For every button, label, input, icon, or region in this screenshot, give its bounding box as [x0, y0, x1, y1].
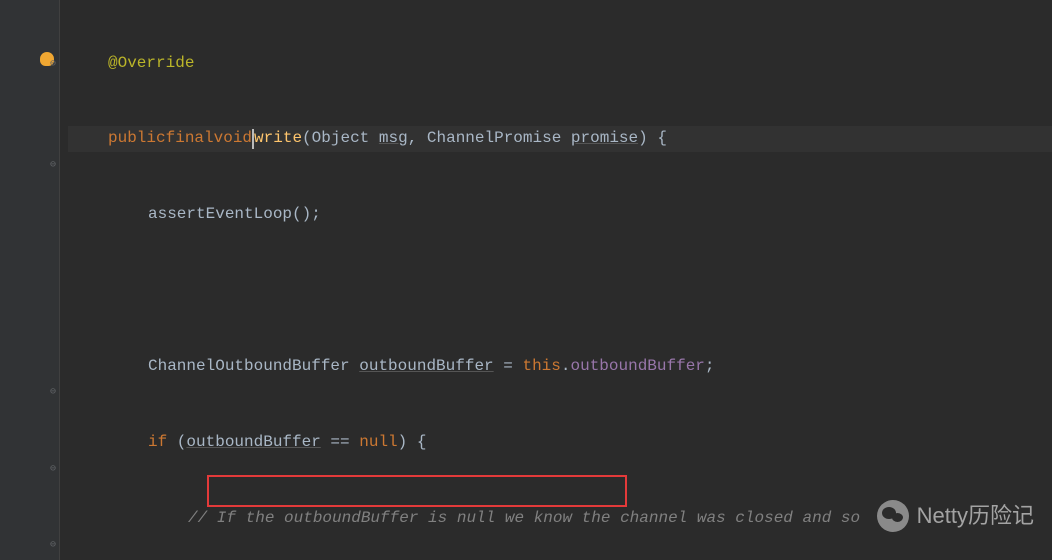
editor-gutter: ⊖ ⊖ ⊖ ⊖ ⊖	[0, 0, 60, 560]
watermark: Netty历险记	[877, 500, 1034, 532]
watermark-text: Netty历险记	[917, 503, 1034, 528]
code-line: public final void write(Object msg, Chan…	[68, 126, 1052, 151]
method-name: write	[254, 126, 302, 151]
code-line: ChannelOutboundBuffer outboundBuffer = t…	[68, 354, 1052, 379]
fold-marker-icon[interactable]: ⊖	[50, 52, 58, 60]
fold-marker-icon[interactable]: ⊖	[50, 380, 58, 388]
fold-marker-icon[interactable]: ⊖	[50, 457, 58, 465]
code-line	[68, 278, 1052, 303]
wechat-icon	[877, 500, 909, 532]
annotation: @Override	[108, 51, 194, 76]
code-line: assertEventLoop();	[68, 202, 1052, 227]
code-line: @Override	[68, 51, 1052, 76]
highlight-rectangle	[207, 475, 627, 507]
fold-marker-icon[interactable]: ⊖	[50, 533, 58, 541]
code-content[interactable]: @Override public final void write(Object…	[60, 0, 1052, 560]
code-editor[interactable]: ⊖ ⊖ ⊖ ⊖ ⊖ @Override public final void wr…	[0, 0, 1052, 560]
fold-marker-icon[interactable]: ⊖	[50, 153, 58, 161]
code-line: if (outboundBuffer == null) {	[68, 430, 1052, 455]
